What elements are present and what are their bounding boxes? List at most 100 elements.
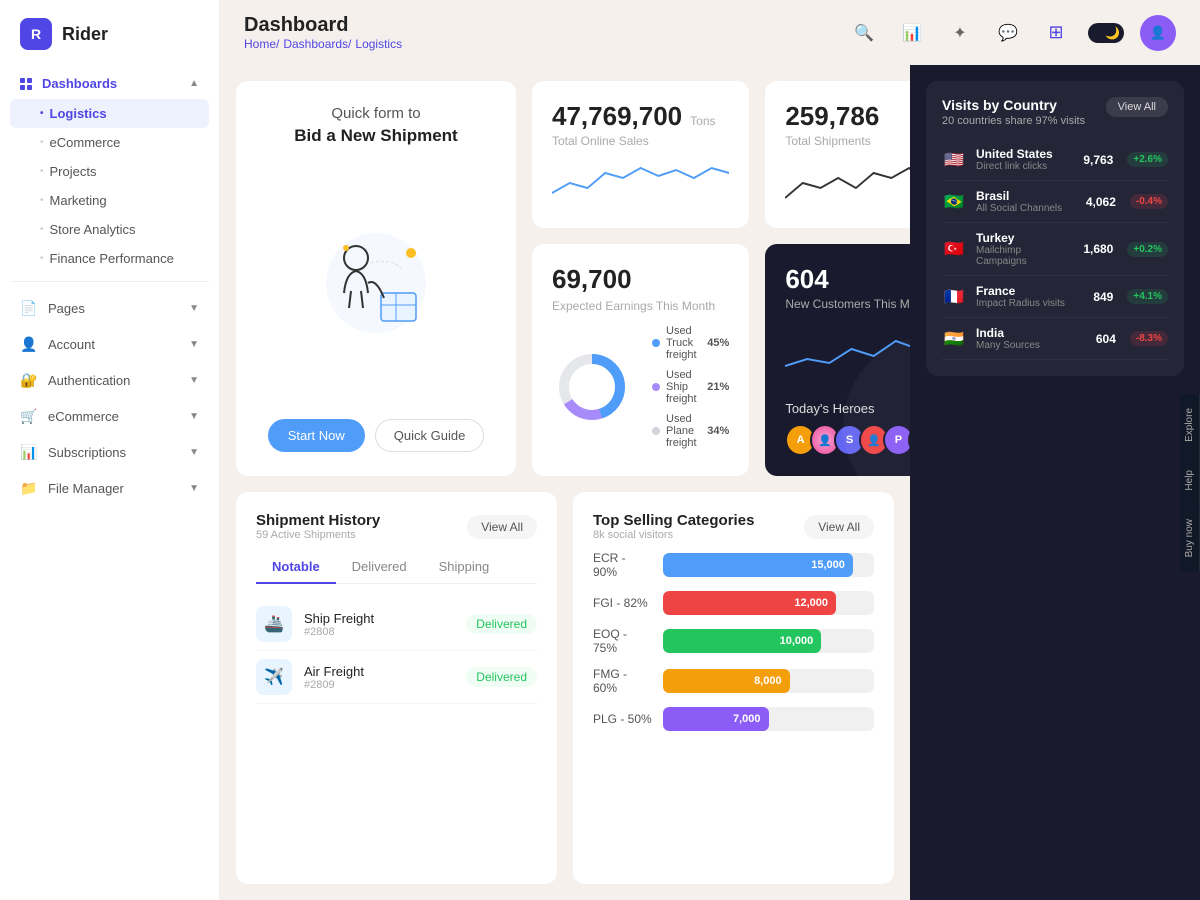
search-icon[interactable]: 🔍 (848, 17, 880, 49)
dashboards-header[interactable]: Dashboards ▲ (10, 68, 209, 99)
visits-card: Visits by Country 20 countries share 97%… (926, 81, 1184, 376)
shipment-info-0: Ship Freight #2808 (304, 611, 454, 638)
selling-card-title-area: Top Selling Categories 8k social visitor… (593, 512, 754, 541)
user-avatar[interactable]: 👤 (1140, 15, 1176, 51)
subscriptions-chevron: ▼ (189, 447, 199, 458)
shipment-info-1: Air Freight #2809 (304, 664, 454, 691)
quick-guide-button[interactable]: Quick Guide (375, 419, 485, 452)
dashboards-section: Dashboards ▲ Logistics eCommerce Project… (0, 68, 219, 273)
visits-subtitle: 20 countries share 97% visits (942, 115, 1085, 127)
sidebar-item-logistics[interactable]: Logistics (10, 99, 209, 128)
flag-br: 🇧🇷 (942, 193, 966, 211)
side-tabs: Explore Help Buy now (1180, 65, 1200, 900)
total-sales-value: 47,769,700 (552, 101, 682, 132)
side-tab-help[interactable]: Help (1180, 456, 1200, 505)
shipment-item-0: 🚢 Ship Freight #2808 Delivered (256, 598, 537, 651)
country-item-3: 🇫🇷 France Impact Radius visits 849 +4.1% (942, 276, 1168, 318)
sidebar-item-account[interactable]: 👤 Account ▼ (10, 326, 209, 362)
visits-view-all-button[interactable]: View All (1106, 97, 1168, 117)
side-tab-explore[interactable]: Explore (1180, 394, 1200, 456)
sidebar-item-file-manager[interactable]: 📁 File Manager ▼ (10, 470, 209, 506)
legend-plane: Used Plane freight 34% (652, 413, 729, 449)
sidebar-item-subscriptions[interactable]: 📊 Subscriptions ▼ (10, 434, 209, 470)
shipment-view-all-button[interactable]: View All (467, 515, 537, 539)
shipment-card-title-area: Shipment History 59 Active Shipments (256, 512, 380, 541)
tab-delivered[interactable]: Delivered (336, 551, 423, 584)
tab-shipping[interactable]: Shipping (423, 551, 506, 584)
pages-icon: 📄 (20, 299, 38, 317)
earnings-label: Expected Earnings This Month (552, 299, 729, 313)
bar-track-2: 10,000 (663, 629, 874, 653)
hero-avatar-4: P (883, 424, 910, 456)
sidebar-item-auth[interactable]: 🔐 Authentication ▼ (10, 362, 209, 398)
total-shipments-card: 259,786 Total Shipments (765, 81, 910, 228)
header: Dashboard Home/ Dashboards/ Logistics 🔍 … (220, 0, 1200, 65)
customers-value: 604 (785, 264, 828, 294)
account-chevron: ▼ (189, 339, 199, 350)
earnings-value: 69,700 (552, 264, 729, 295)
bar-fill-0: 15,000 (663, 553, 853, 577)
shipment-status-1: Delivered (466, 667, 537, 687)
quick-form-heading: Bid a New Shipment (294, 126, 457, 146)
country-item-0: 🇺🇸 United States Direct link clicks 9,76… (942, 139, 1168, 181)
sidebar-item-marketing[interactable]: Marketing (10, 186, 209, 215)
legend-ship: Used Ship freight 21% (652, 369, 729, 405)
shipment-history-card: Shipment History 59 Active Shipments Vie… (236, 492, 557, 884)
country-info-3: France Impact Radius visits (976, 284, 1083, 309)
bar-label-3: FMG - 60% (593, 667, 653, 695)
customers-card: 604 New Customers This Month Today's Her… (765, 244, 910, 476)
visits-header: Visits by Country 20 countries share 97%… (942, 97, 1168, 127)
page-title: Dashboard (244, 14, 402, 37)
bar-item-1: FGI - 82% 12,000 (593, 591, 874, 615)
flag-in: 🇮🇳 (942, 330, 966, 348)
bar-track-1: 12,000 (663, 591, 874, 615)
sidebar-item-finance[interactable]: Finance Performance (10, 244, 209, 273)
air-freight-icon: ✈️ (256, 659, 292, 695)
bar-label-1: FGI - 82% (593, 596, 653, 610)
subscriptions-icon: 📊 (20, 443, 38, 461)
change-br: -0.4% (1130, 194, 1168, 209)
bar-chart: ECR - 90% 15,000 FGI - 82% 12,000 (593, 551, 874, 731)
header-right: 🔍 📊 ✦ 💬 ⊞ 🌙 👤 (848, 15, 1176, 51)
sidebar-item-projects[interactable]: Projects (10, 157, 209, 186)
stats-row-bottom: 69,700 Expected Earnings This Month (532, 244, 910, 476)
apps-icon[interactable]: ⊞ (1040, 17, 1072, 49)
start-now-button[interactable]: Start Now (268, 419, 365, 452)
chart-icon[interactable]: 📊 (896, 17, 928, 49)
sidebar-item-ecommerce[interactable]: eCommerce (10, 128, 209, 157)
earnings-card: 69,700 Expected Earnings This Month (532, 244, 749, 476)
settings-icon[interactable]: ✦ (944, 17, 976, 49)
heroes-section: Today's Heroes A 👤 S 👤 P 👤 +2 (785, 401, 910, 456)
avatar-row: A 👤 S 👤 P 👤 +2 (785, 424, 910, 456)
header-left: Dashboard Home/ Dashboards/ Logistics (244, 14, 402, 51)
quick-form-buttons: Start Now Quick Guide (268, 419, 485, 452)
sidebar-item-store-analytics[interactable]: Store Analytics (10, 215, 209, 244)
selling-view-all-button[interactable]: View All (804, 515, 874, 539)
sidebar-item-pages[interactable]: 📄 Pages ▼ (10, 290, 209, 326)
right-panel-inner: Visits by Country 20 countries share 97%… (910, 65, 1200, 900)
account-icon: 👤 (20, 335, 38, 353)
change-tr: +0.2% (1127, 242, 1168, 257)
tab-notable[interactable]: Notable (256, 551, 336, 584)
legend-truck: Used Truck freight 45% (652, 325, 729, 361)
change-us: +2.6% (1127, 152, 1168, 167)
shipment-subtitle: 59 Active Shipments (256, 529, 380, 541)
bar-item-2: EOQ - 75% 10,000 (593, 627, 874, 655)
quick-form-title: Quick form to Bid a New Shipment (294, 105, 457, 146)
country-info-0: United States Direct link clicks (976, 147, 1073, 172)
ship-dot (652, 383, 660, 391)
stats-row-top: 47,769,700 Tons Total Online Sales (532, 81, 910, 228)
bar-item-4: PLG - 50% 7,000 (593, 707, 874, 731)
breadcrumb-dashboards[interactable]: Dashboards/ (283, 37, 351, 51)
sidebar-item-ecommerce-nav[interactable]: 🛒 eCommerce ▼ (10, 398, 209, 434)
shipment-id-0: #2808 (304, 626, 454, 638)
messages-icon[interactable]: 💬 (992, 17, 1024, 49)
customers-label: New Customers This Month (785, 297, 910, 311)
bar-label-4: PLG - 50% (593, 712, 653, 726)
side-tab-buy-now[interactable]: Buy now (1180, 505, 1200, 571)
dark-mode-toggle[interactable]: 🌙 (1088, 23, 1124, 43)
selling-title: Top Selling Categories (593, 512, 754, 529)
app-logo[interactable]: R Rider (0, 0, 219, 68)
breadcrumb-home[interactable]: Home/ (244, 37, 279, 51)
shipment-item-1: ✈️ Air Freight #2809 Delivered (256, 651, 537, 704)
